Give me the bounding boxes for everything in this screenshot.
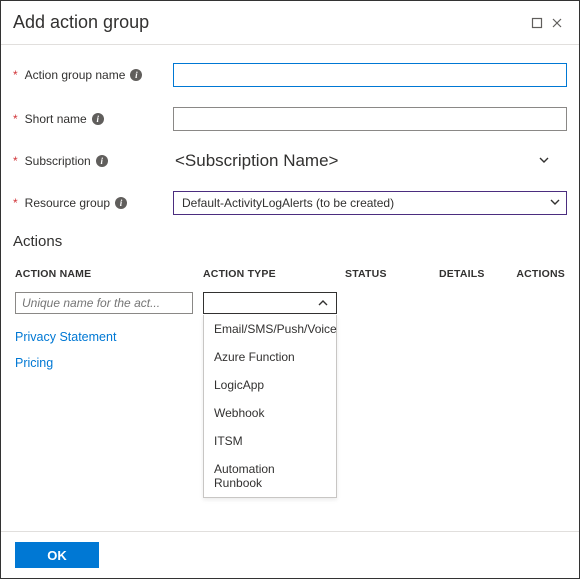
dropdown-item[interactable]: Email/SMS/Push/Voice [204, 315, 336, 343]
col-status: STATUS [345, 268, 439, 280]
row-subscription: * Subscription i <Subscription Name> [13, 151, 567, 171]
dropdown-item[interactable]: Webhook [204, 399, 336, 427]
required-marker: * [13, 112, 18, 126]
info-icon[interactable]: i [96, 155, 108, 167]
subscription-select[interactable]: <Subscription Name> [173, 151, 567, 171]
row-action-group-name: * Action group name i [13, 63, 567, 87]
dropdown-item[interactable]: LogicApp [204, 371, 336, 399]
ok-button[interactable]: OK [15, 542, 99, 568]
label-subscription: * Subscription i [13, 154, 173, 168]
label-text: Subscription [25, 154, 91, 168]
dropdown-item[interactable]: Azure Function [204, 343, 336, 371]
form-area: * Action group name i * Short name i * S… [1, 45, 579, 229]
actions-table-header: ACTION NAME ACTION TYPE STATUS DETAILS A… [1, 254, 579, 290]
action-type-select[interactable] [203, 292, 337, 314]
resource-group-select[interactable]: Default-ActivityLogAlerts (to be created… [173, 191, 567, 215]
action-type-dropdown: Email/SMS/Push/Voice Azure Function Logi… [203, 315, 337, 498]
short-name-input[interactable] [173, 107, 567, 131]
col-action-type: ACTION TYPE [203, 268, 345, 280]
row-short-name: * Short name i [13, 107, 567, 131]
chevron-up-icon [318, 296, 328, 311]
resource-group-value: Default-ActivityLogAlerts (to be created… [182, 196, 394, 210]
info-icon[interactable]: i [115, 197, 127, 209]
label-text: Resource group [25, 196, 110, 210]
label-short-name: * Short name i [13, 112, 173, 126]
row-resource-group: * Resource group i Default-ActivityLogAl… [13, 191, 567, 215]
dialog-title: Add action group [13, 12, 527, 33]
dropdown-item[interactable]: Automation Runbook [204, 455, 336, 497]
close-icon[interactable] [547, 8, 567, 38]
chevron-down-icon [550, 196, 560, 210]
info-icon[interactable]: i [92, 113, 104, 125]
col-details: DETAILS [439, 268, 509, 280]
info-icon[interactable]: i [130, 69, 142, 81]
restore-icon[interactable] [527, 8, 547, 38]
chevron-down-icon [539, 154, 549, 168]
required-marker: * [13, 68, 18, 82]
subscription-value: <Subscription Name> [173, 151, 338, 170]
action-name-input[interactable] [15, 292, 193, 314]
required-marker: * [13, 154, 18, 168]
action-group-name-input[interactable] [173, 63, 567, 87]
label-text: Action group name [25, 68, 126, 82]
dropdown-item[interactable]: ITSM [204, 427, 336, 455]
footer: OK [1, 531, 579, 578]
col-actions: ACTIONS [509, 268, 565, 280]
title-bar: Add action group [1, 1, 579, 45]
label-resource-group: * Resource group i [13, 196, 173, 210]
col-action-name: ACTION NAME [15, 268, 203, 280]
required-marker: * [13, 196, 18, 210]
label-text: Short name [25, 112, 87, 126]
label-action-group-name: * Action group name i [13, 68, 173, 82]
table-row: Email/SMS/Push/Voice Azure Function Logi… [1, 290, 579, 316]
actions-heading: Actions [1, 229, 579, 254]
